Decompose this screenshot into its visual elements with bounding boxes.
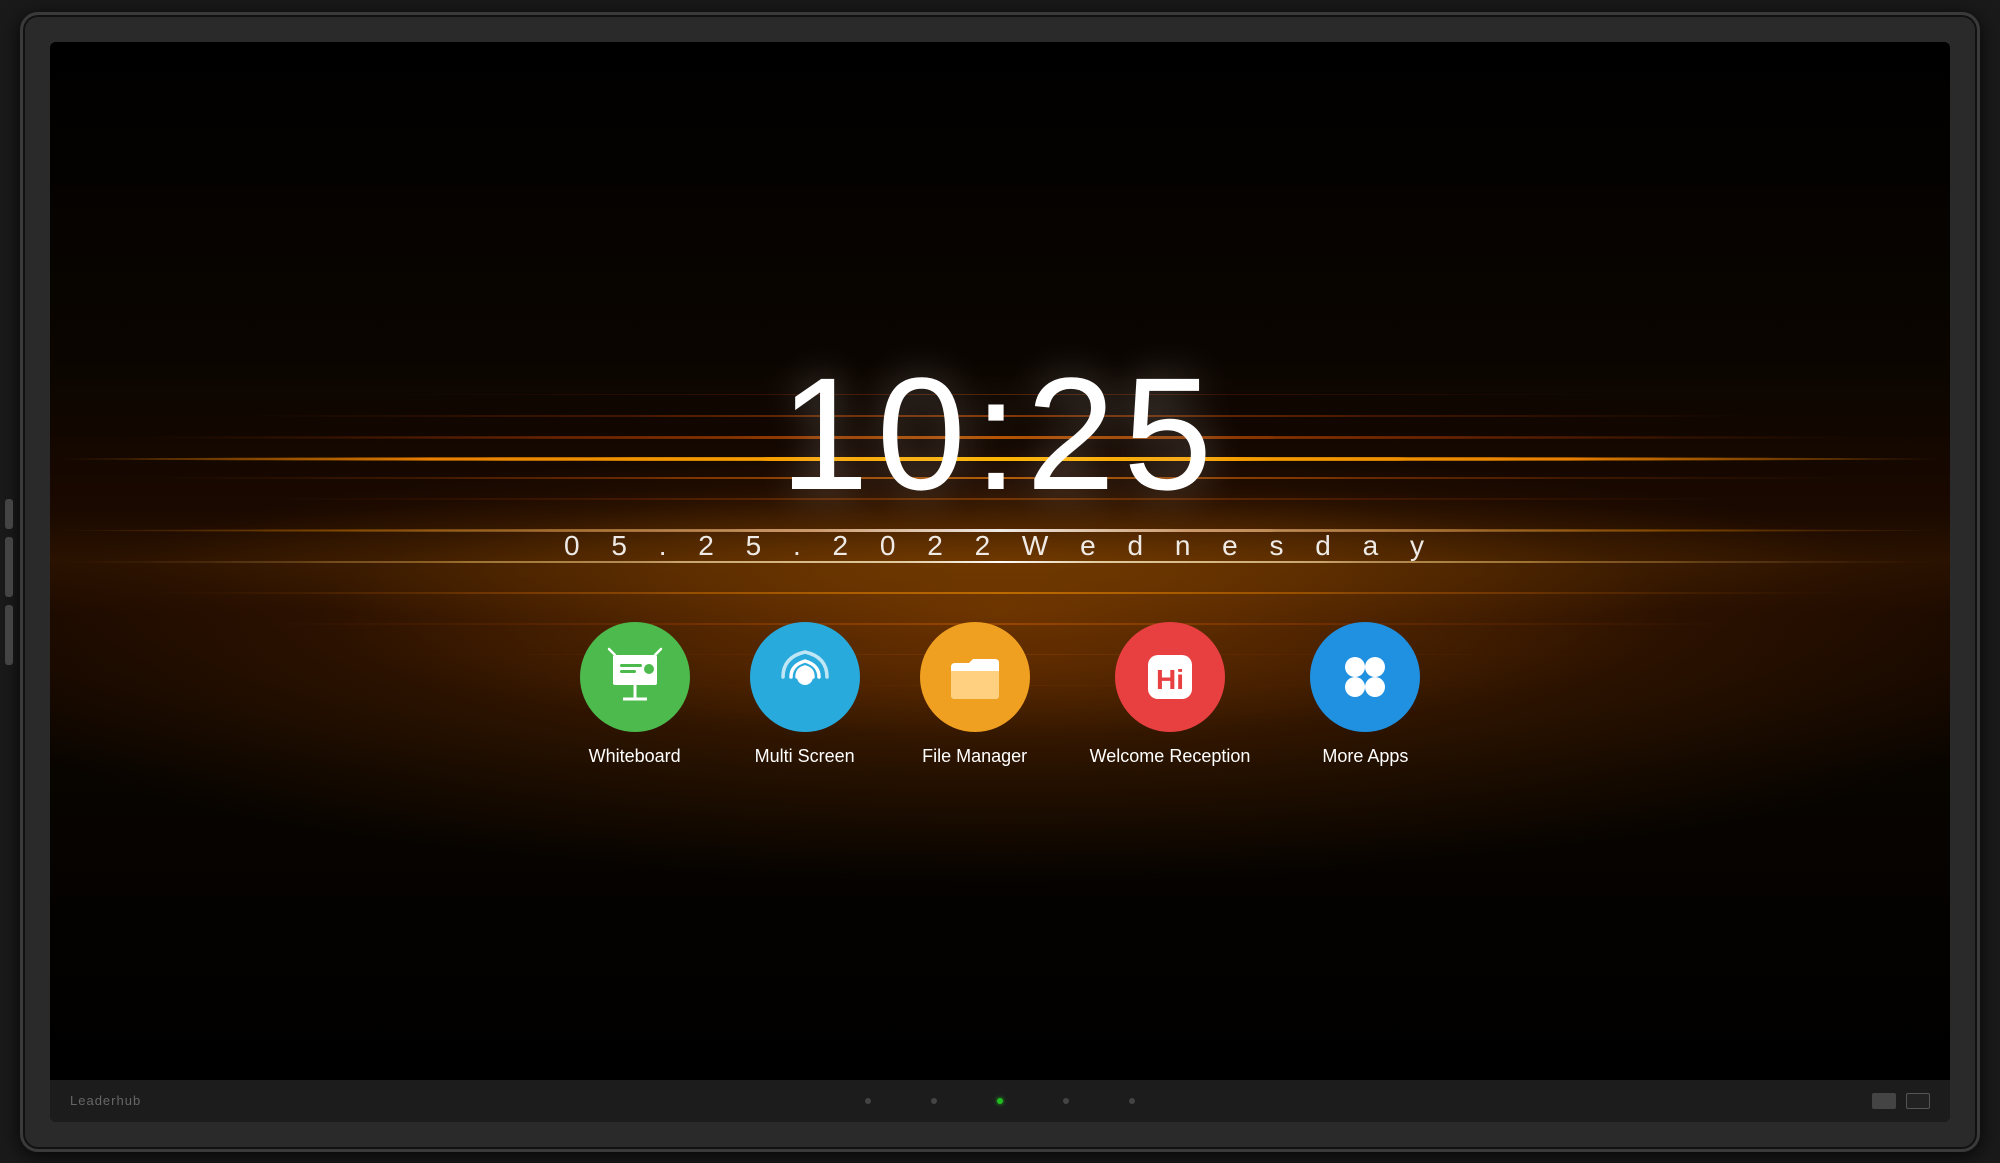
whiteboard-svg: [605, 647, 665, 707]
welcome-svg: Hi: [1140, 647, 1200, 707]
streak-5: [50, 592, 1950, 594]
app-multiscreen[interactable]: Multi Screen: [750, 622, 860, 767]
side-btn-3[interactable]: [5, 605, 13, 665]
screen: 10:25 0 5 . 2 5 . 2 0 2 2 W e d n e s d …: [50, 42, 1950, 1080]
welcome-icon: Hi: [1115, 622, 1225, 732]
dot-right: [1129, 1098, 1135, 1104]
app-welcome[interactable]: Hi Welcome Reception: [1090, 622, 1251, 767]
app-moreapps[interactable]: More Apps: [1310, 622, 1420, 767]
filemanager-label: File Manager: [922, 746, 1027, 767]
bottom-icon-1[interactable]: [1872, 1093, 1896, 1109]
whiteboard-label: Whiteboard: [589, 746, 681, 767]
multiscreen-icon: [750, 622, 860, 732]
clock-time: 10:25: [564, 354, 1436, 514]
dot-left: [865, 1098, 871, 1104]
bottom-bar: Leaderhub: [50, 1080, 1950, 1122]
dot-center-left: [931, 1098, 937, 1104]
moreapps-label: More Apps: [1322, 746, 1408, 767]
bottom-icon-2[interactable]: [1906, 1093, 1930, 1109]
apps-row: Whiteboard Multi Screen: [580, 622, 1421, 767]
app-whiteboard[interactable]: Whiteboard: [580, 622, 690, 767]
whiteboard-icon: [580, 622, 690, 732]
dot-center-green: [997, 1098, 1003, 1104]
side-btn-1[interactable]: [5, 499, 13, 529]
side-buttons: [5, 499, 13, 665]
svg-text:Hi: Hi: [1156, 664, 1184, 695]
monitor-bezel: 10:25 0 5 . 2 5 . 2 0 2 2 W e d n e s d …: [50, 42, 1950, 1122]
dot-center-right: [1063, 1098, 1069, 1104]
app-filemanager[interactable]: File Manager: [920, 622, 1030, 767]
multiscreen-label: Multi Screen: [755, 746, 855, 767]
clock-section: 10:25 0 5 . 2 5 . 2 0 2 2 W e d n e s d …: [564, 354, 1436, 562]
moreapps-icon: [1310, 622, 1420, 732]
welcome-label: Welcome Reception: [1090, 746, 1251, 767]
multiscreen-svg: [775, 647, 835, 707]
side-btn-2[interactable]: [5, 537, 13, 597]
bottom-right-icons: [1872, 1093, 1930, 1109]
monitor-outer: 10:25 0 5 . 2 5 . 2 0 2 2 W e d n e s d …: [20, 12, 1980, 1152]
clock-date: 0 5 . 2 5 . 2 0 2 2 W e d n e s d a y: [564, 530, 1436, 562]
bottom-dots: [865, 1098, 1135, 1104]
filemanager-icon: [920, 622, 1030, 732]
moreapps-svg: [1335, 647, 1395, 707]
filemanager-svg: [945, 647, 1005, 707]
brand-logo: Leaderhub: [70, 1093, 141, 1108]
